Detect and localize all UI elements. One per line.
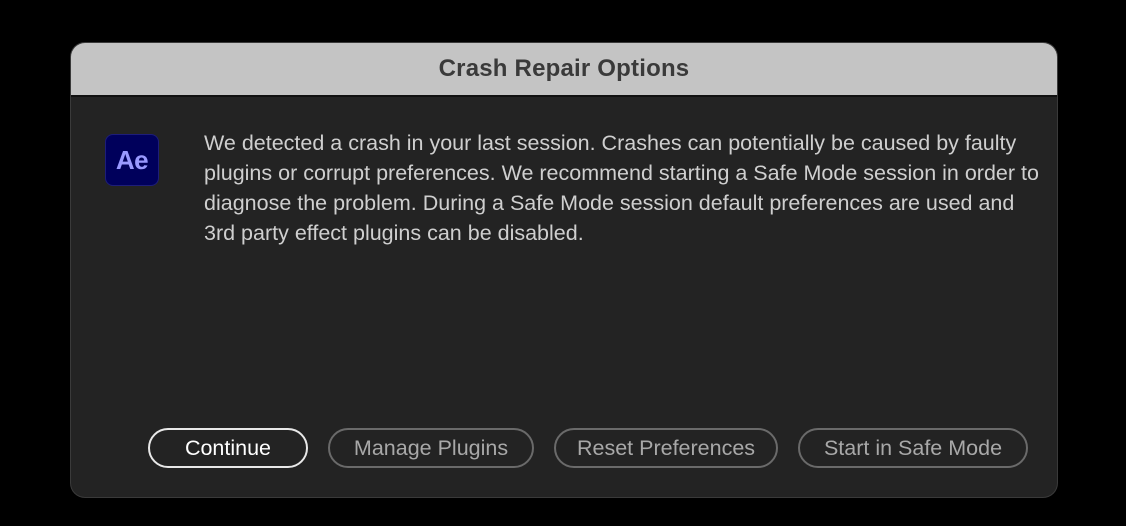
start-safe-mode-button[interactable]: Start in Safe Mode	[798, 428, 1028, 468]
crash-message: We detected a crash in your last session…	[204, 131, 1039, 245]
app-icon-label: Ae	[115, 144, 149, 175]
dialog-titlebar[interactable]: Crash Repair Options	[71, 43, 1057, 97]
manage-plugins-button[interactable]: Manage Plugins	[328, 428, 534, 468]
after-effects-app-icon: Ae	[105, 134, 159, 186]
dialog-title: Crash Repair Options	[438, 55, 690, 82]
crash-repair-dialog: Crash Repair Options Ae We detected a cr…	[71, 43, 1057, 497]
continue-button[interactable]: Continue	[148, 428, 308, 468]
reset-preferences-button[interactable]: Reset Preferences	[554, 428, 778, 468]
